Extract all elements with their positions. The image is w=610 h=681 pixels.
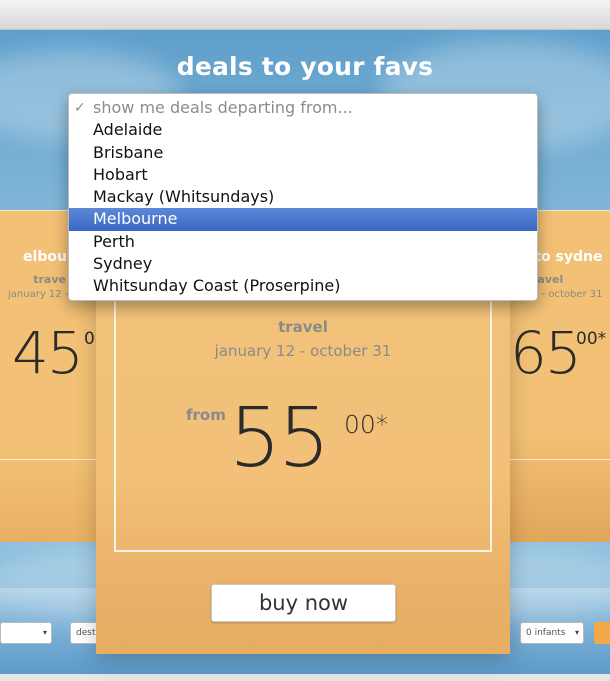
checkmark-icon: ✓ <box>74 100 86 116</box>
destination-placeholder: desti <box>76 628 98 638</box>
price-from-label: from <box>186 406 226 424</box>
dropdown-option-brisbane[interactable]: Brisbane <box>69 142 537 164</box>
buy-now-button[interactable]: buy now <box>211 584 396 622</box>
travel-dates: january 12 - october 31 <box>214 342 392 360</box>
deal-price-cents: 00* <box>344 410 389 439</box>
dropdown-option-whitsunday-coast[interactable]: Whitsunday Coast (Proserpine) <box>69 275 537 297</box>
deal-card-main: travel january 12 - october 31 from 55 0… <box>96 254 510 654</box>
travel-label: trave <box>33 273 66 286</box>
sand-decoration <box>0 452 108 542</box>
deal-price-cents: 00* <box>576 329 607 349</box>
origin-select[interactable]: ▾ <box>0 622 52 644</box>
dropdown-placeholder-option[interactable]: ✓ show me deals departing from... <box>69 97 537 119</box>
travel-dates: 2 - october 31 <box>532 289 603 300</box>
sand-decoration <box>506 432 610 542</box>
dropdown-option-mackay[interactable]: Mackay (Whitsundays) <box>69 186 537 208</box>
travel-label: travel <box>278 318 328 336</box>
placeholder-label: show me deals departing from... <box>93 98 353 117</box>
infants-value: 0 infants <box>526 628 566 638</box>
deal-price: 45 <box>12 319 84 387</box>
dropdown-option-melbourne[interactable]: Melbourne <box>69 208 537 231</box>
card-divider <box>506 459 610 460</box>
deal-price-cents: 0 <box>84 329 95 349</box>
deal-price: 55 <box>229 391 330 486</box>
dropdown-option-perth[interactable]: Perth <box>69 231 537 253</box>
window-top-bar <box>0 0 610 30</box>
dropdown-option-adelaide[interactable]: Adelaide <box>69 119 537 141</box>
card-divider <box>0 459 108 460</box>
headline: deals to your favs <box>176 52 434 81</box>
departure-dropdown[interactable]: ✓ show me deals departing from... Adelai… <box>68 93 538 301</box>
dropdown-option-sydney[interactable]: Sydney <box>69 253 537 275</box>
search-button[interactable] <box>594 622 610 644</box>
dropdown-option-hobart[interactable]: Hobart <box>69 164 537 186</box>
chevron-down-icon: ▾ <box>42 628 47 637</box>
infants-select[interactable]: 0 infants ▾ <box>520 622 584 644</box>
deal-price: 65 <box>510 319 582 387</box>
chevron-down-icon: ▾ <box>574 628 579 637</box>
